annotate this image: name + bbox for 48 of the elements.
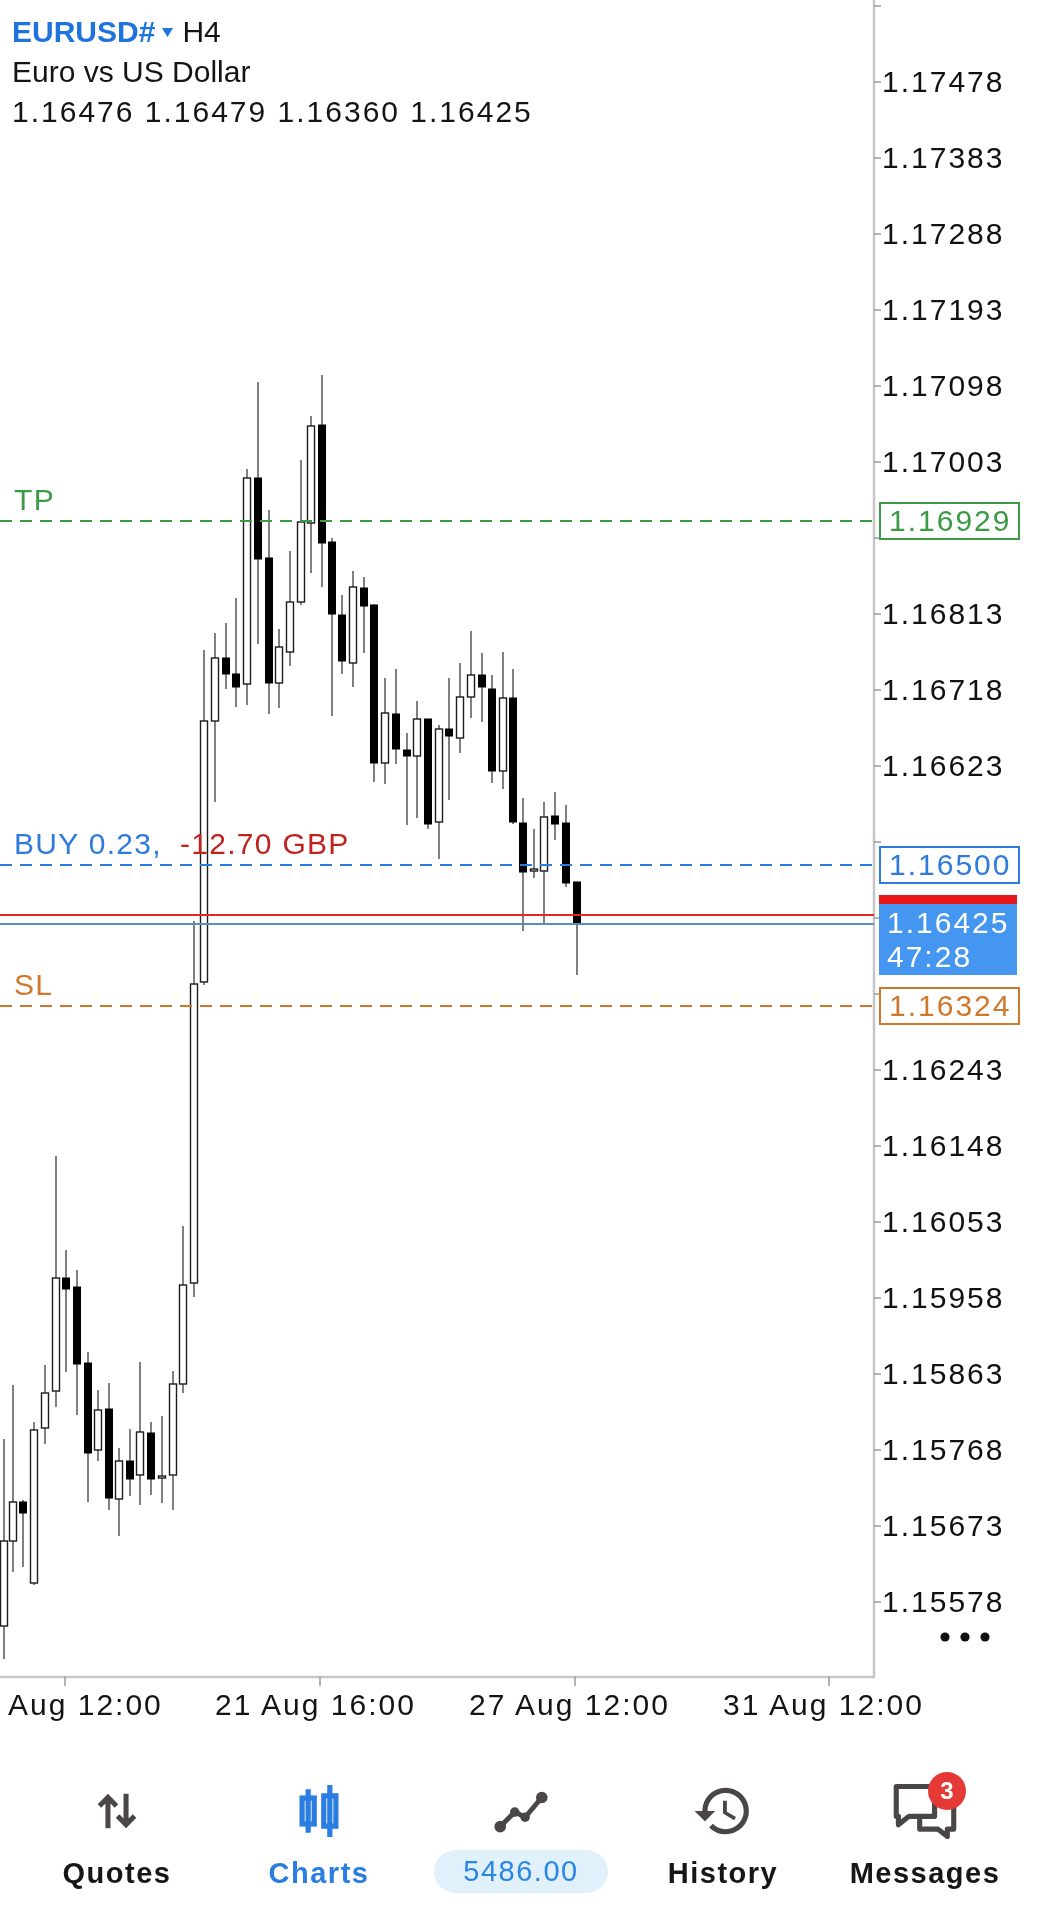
stop-loss-label: SL — [14, 968, 54, 1002]
caret-icon[interactable] — [162, 27, 174, 37]
bid-price: 1.16425 — [887, 906, 1011, 940]
price-tick-label: 1.17478 — [882, 65, 1005, 99]
price-tick-label: 1.16053 — [882, 1205, 1005, 1239]
stop-loss-price-tag: 1.16324 — [879, 987, 1020, 1025]
price-tick-label: 1.17193 — [882, 293, 1005, 327]
price-tick-label: 1.15578 — [882, 1585, 1005, 1619]
charts-tab[interactable]: Charts — [218, 1750, 420, 1920]
time-tick-label: 27 Aug 12:00 — [469, 1688, 670, 1722]
price-tick-label: 1.16243 — [882, 1053, 1005, 1087]
quotes-tab[interactable]: Quotes — [16, 1750, 218, 1920]
timeframe-label: H4 — [182, 14, 221, 50]
price-tick-label: 1.15673 — [882, 1509, 1005, 1543]
time-tick-label: 31 Aug 12:00 — [723, 1688, 924, 1722]
price-tick-label: 1.17098 — [882, 369, 1005, 403]
price-tick-label: 1.15863 — [882, 1357, 1005, 1391]
open-order-price-tag: 1.16500 — [879, 846, 1020, 884]
line-chart-icon[interactable] — [494, 1789, 548, 1833]
price-tick-label: 1.15768 — [882, 1433, 1005, 1467]
open-order-label: BUY 0.23, — [14, 827, 162, 861]
symbol-description: Euro vs US Dollar — [12, 54, 252, 90]
price-tick-label: 1.17003 — [882, 445, 1005, 479]
bar-countdown: 47:28 — [887, 940, 974, 974]
history-icon[interactable] — [694, 1786, 752, 1836]
take-profit-label: TP — [14, 483, 55, 517]
price-tick-label: 1.17383 — [882, 141, 1005, 175]
price-tick-label: 1.15958 — [882, 1281, 1005, 1315]
time-tick-label: 21 Aug 16:00 — [215, 1688, 416, 1722]
balance-pill: 5486.00 — [434, 1850, 608, 1893]
candlestick — [551, 791, 559, 841]
take-profit-price-tag: 1.16929 — [879, 502, 1020, 540]
history-tab[interactable]: History — [622, 1750, 824, 1920]
candlestick-icon[interactable] — [297, 1785, 341, 1837]
time-tick-label: Aug 12:00 — [8, 1688, 163, 1722]
price-tick-label: 1.16813 — [882, 597, 1005, 631]
price-tick-label: 1.17288 — [882, 217, 1005, 251]
candlestick — [478, 652, 486, 723]
symbol-selector[interactable]: EURUSD# — [12, 12, 156, 52]
candlestick — [222, 622, 230, 690]
price-tick-label: 1.16718 — [882, 673, 1005, 707]
messages-tab[interactable]: 3 Messages — [824, 1750, 1026, 1920]
ohlc-values: 1.16476 1.16479 1.16360 1.16425 — [12, 94, 533, 130]
more-icon[interactable] — [940, 1632, 990, 1642]
message-count-badge: 3 — [928, 1772, 966, 1810]
up-down-arrows-icon[interactable] — [95, 1792, 139, 1830]
price-tick-label: 1.16623 — [882, 749, 1005, 783]
price-tick-label: 1.16148 — [882, 1129, 1005, 1163]
